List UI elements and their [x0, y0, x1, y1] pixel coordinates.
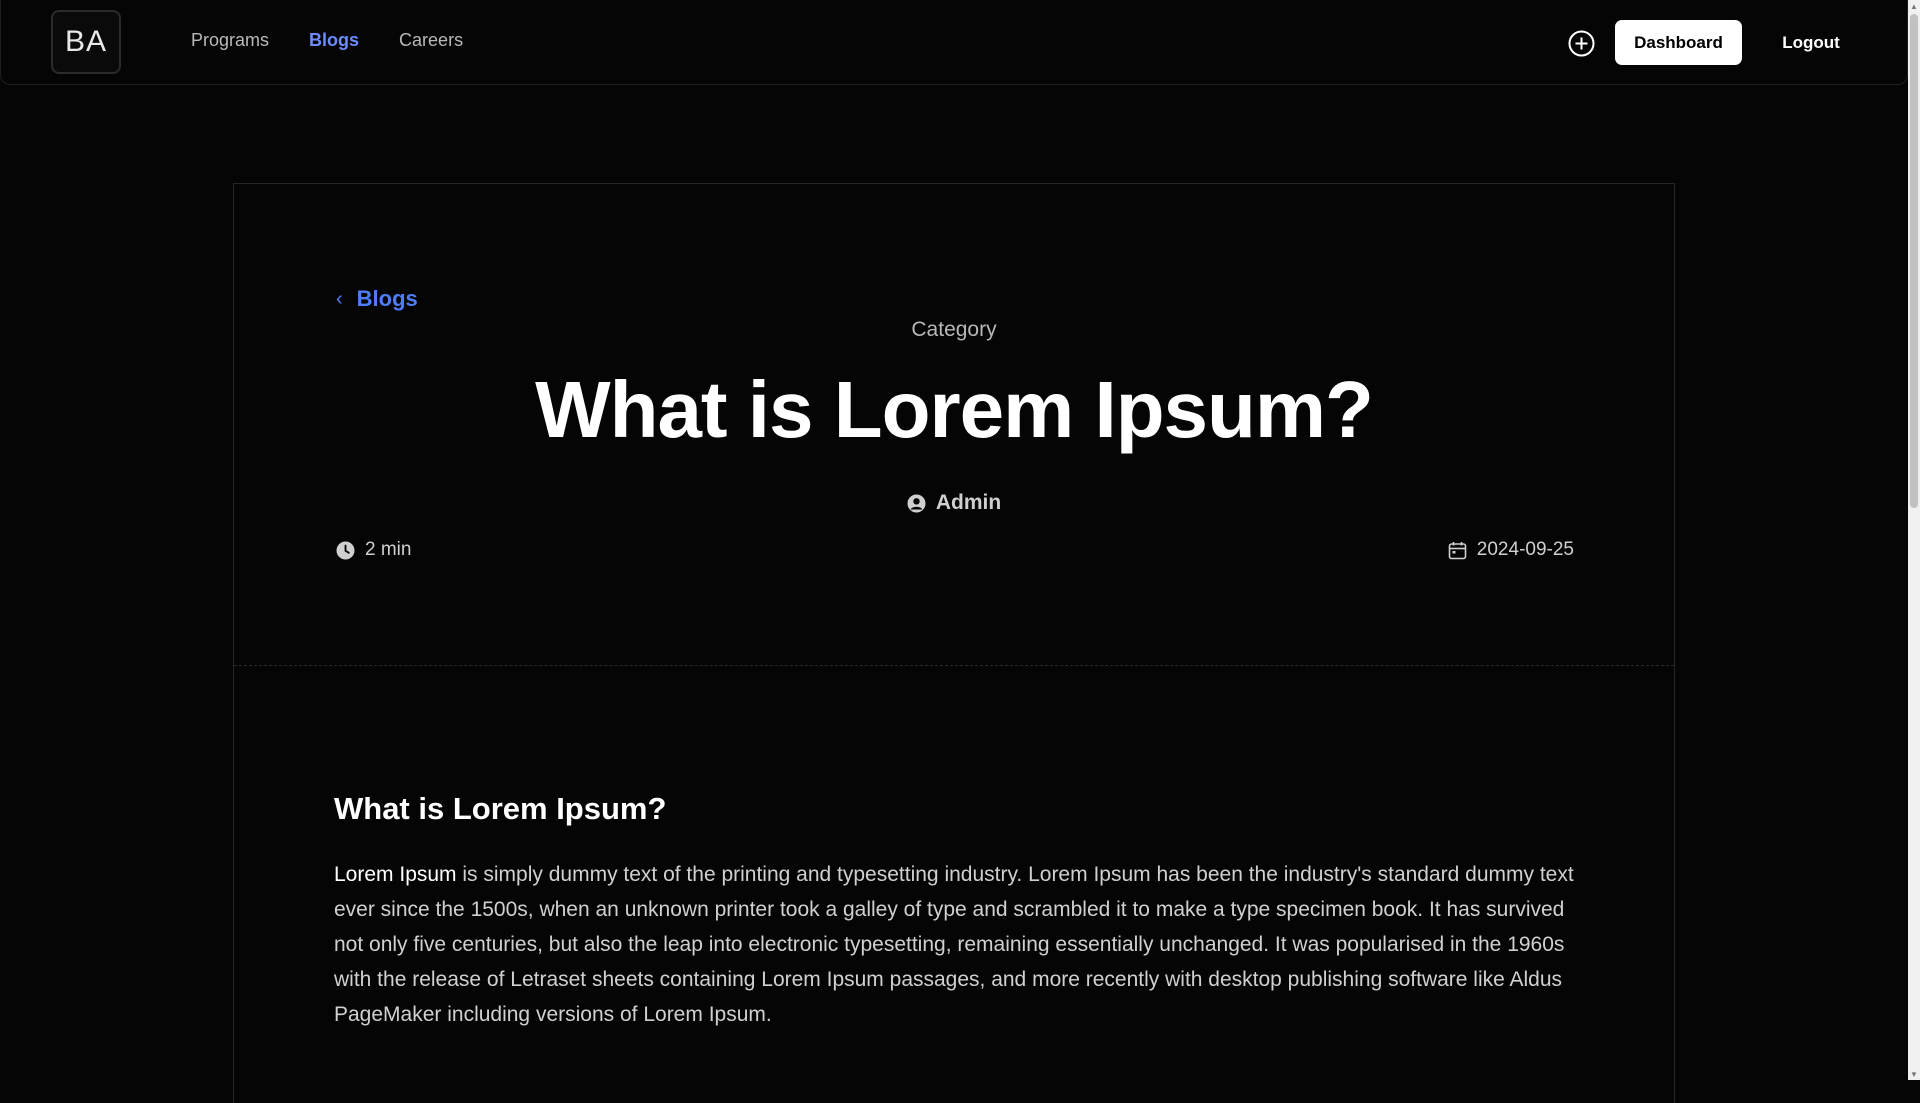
read-time-value: 2 min [365, 539, 412, 560]
scroll-up-arrow-icon[interactable]: ▲ [1908, 0, 1920, 12]
nav-link-blogs[interactable]: Blogs [309, 30, 359, 51]
article-title: What is Lorem Ipsum? [535, 365, 1374, 454]
article-body: What is Lorem Ipsum? Lorem Ipsum is simp… [234, 666, 1674, 1032]
plus-circle-icon[interactable] [1568, 30, 1595, 57]
nav-link-careers[interactable]: Careers [399, 30, 463, 51]
top-navigation: BA Programs Blogs Careers Dashboard Logo… [0, 0, 1908, 85]
author-name: Admin [935, 491, 1002, 514]
nav-links: Programs Blogs Careers [191, 30, 463, 51]
read-time: 2 min [336, 539, 411, 561]
back-link-label: Blogs [356, 286, 418, 311]
paragraph-text: is simply dummy text of the printing and… [334, 863, 1574, 1026]
article-category: Category [911, 318, 997, 341]
nav-link-programs[interactable]: Programs [191, 30, 269, 51]
clock-icon [336, 541, 355, 560]
article-header: ‹ Blogs Category What is Lorem Ipsum? Ad… [234, 184, 1674, 666]
article-paragraph: Lorem Ipsum is simply dummy text of the … [334, 857, 1574, 1032]
calendar-icon [1448, 541, 1467, 560]
lead-term: Lorem Ipsum [334, 863, 457, 886]
logo[interactable]: BA [51, 10, 121, 74]
chevron-left-icon: ‹ [336, 287, 343, 310]
dashboard-button[interactable]: Dashboard [1615, 20, 1742, 65]
scrollbar-thumb[interactable] [1910, 14, 1918, 508]
article-author: Admin [234, 491, 1674, 515]
logout-button[interactable]: Logout [1763, 20, 1859, 65]
user-circle-icon [907, 494, 926, 513]
section-heading: What is Lorem Ipsum? [334, 791, 667, 826]
back-to-blogs-link[interactable]: ‹ Blogs [336, 286, 418, 312]
vertical-scrollbar[interactable]: ▲ ▼ [1908, 0, 1920, 1080]
article-card: ‹ Blogs Category What is Lorem Ipsum? Ad… [233, 183, 1675, 1103]
scroll-down-arrow-icon[interactable]: ▼ [1908, 1068, 1920, 1080]
date-value: 2024-09-25 [1476, 539, 1574, 560]
publish-date: 2024-09-25 [1448, 539, 1574, 561]
